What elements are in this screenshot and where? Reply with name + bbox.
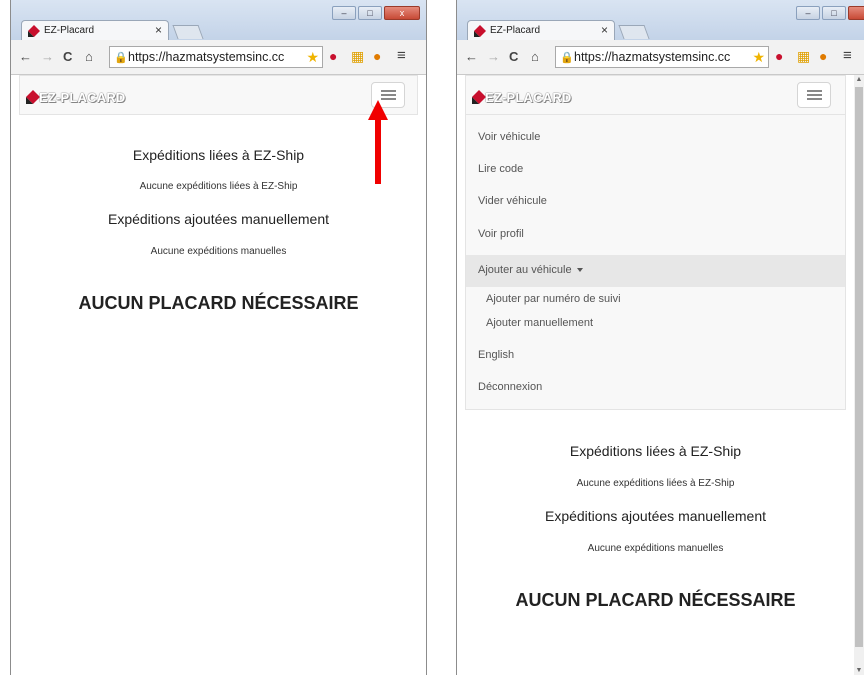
brand-logo[interactable]: EZ-PLACARD <box>485 90 572 105</box>
close-window-button[interactable]: x <box>848 6 864 20</box>
manual-empty-message: Aucune expéditions manuelles <box>150 246 287 257</box>
placard-notice: AUCUN PLACARD NÉCESSAIRE <box>515 590 796 610</box>
ezship-empty-message: Aucune expéditions liées à EZ-Ship <box>139 181 298 192</box>
back-icon[interactable]: ← <box>19 49 32 64</box>
address-bar[interactable]: 🔒 https://hazmatsystemsinc.cc ★ <box>109 46 323 68</box>
browser-window-expanded: EZ-Placard × – □ x ← → C ⌂ 🔒 https://haz… <box>456 0 864 675</box>
browser-tab[interactable]: EZ-Placard × <box>21 20 169 40</box>
ezship-section-title: Expéditions liées à EZ-Ship <box>132 147 305 163</box>
address-bar[interactable]: 🔒 https://hazmatsystemsinc.cc ★ <box>555 46 769 68</box>
ez-placard-logo-icon <box>26 90 40 104</box>
lock-icon: 🔒 <box>560 52 574 64</box>
url-text: https://hazmatsystemsinc.cc <box>574 50 731 64</box>
window-controls: – □ x <box>796 6 864 20</box>
menu-item-ajouter-manuellement[interactable]: Ajouter manuellement <box>486 317 593 329</box>
extension-icon[interactable]: ● <box>373 48 381 64</box>
ezship-empty-message: Aucune expéditions liées à EZ-Ship <box>576 478 735 489</box>
extension-icon[interactable]: ▦ <box>797 48 810 65</box>
forward-icon[interactable]: → <box>41 49 54 64</box>
extension-icon[interactable]: ● <box>775 48 783 64</box>
ez-placard-logo-icon <box>472 90 486 104</box>
red-arrow-icon <box>368 100 388 184</box>
title-bar: EZ-Placard × – □ x <box>457 0 864 40</box>
hamburger-menu-button[interactable] <box>797 82 831 108</box>
menu-item-voir-profil[interactable]: Voir profil <box>478 228 524 240</box>
extension-icon[interactable]: ● <box>819 48 827 64</box>
ez-placard-favicon-icon <box>474 25 486 37</box>
maximize-button[interactable]: □ <box>358 6 382 20</box>
extension-icon[interactable]: ▦ <box>351 48 364 65</box>
nav-dropdown-menu: Voir véhicule Lire code Vider véhicule V… <box>465 115 846 410</box>
menu-icon[interactable]: ≡ <box>843 47 852 64</box>
menu-item-vider-vehicule[interactable]: Vider véhicule <box>478 195 547 207</box>
menu-item-deconnexion[interactable]: Déconnexion <box>478 381 542 393</box>
star-icon[interactable]: ★ <box>306 49 319 66</box>
browser-toolbar: ← → C ⌂ 🔒 https://hazmatsystemsinc.cc ★ … <box>11 40 426 75</box>
menu-item-english[interactable]: English <box>478 349 514 361</box>
ez-placard-favicon-icon <box>28 25 40 37</box>
star-icon[interactable]: ★ <box>752 49 765 66</box>
scroll-up-icon[interactable]: ▲ <box>854 76 864 83</box>
browser-window-collapsed: EZ-Placard × – □ x ← → C ⌂ 🔒 https://haz… <box>10 0 427 675</box>
dropdown-label: Ajouter au véhicule <box>478 264 583 276</box>
extension-icon[interactable]: ● <box>329 48 337 64</box>
lock-icon: 🔒 <box>114 52 128 64</box>
window-controls: – □ x <box>332 6 420 20</box>
menu-item-lire-code[interactable]: Lire code <box>478 163 523 175</box>
close-window-button[interactable]: x <box>384 6 420 20</box>
tab-title: EZ-Placard <box>44 25 95 36</box>
back-icon[interactable]: ← <box>465 49 478 64</box>
home-icon[interactable]: ⌂ <box>85 49 93 64</box>
manual-section-title: Expéditions ajoutées manuellement <box>544 508 767 524</box>
menu-icon[interactable]: ≡ <box>397 47 406 64</box>
url-text: https://hazmatsystemsinc.cc <box>128 50 285 64</box>
browser-toolbar: ← → C ⌂ 🔒 https://hazmatsystemsinc.cc ★ … <box>457 40 864 75</box>
menu-item-ajouter-par-numero[interactable]: Ajouter par numéro de suivi <box>486 293 621 305</box>
new-tab-button[interactable] <box>618 25 650 39</box>
title-bar: EZ-Placard × – □ x <box>11 0 426 40</box>
placard-notice: AUCUN PLACARD NÉCESSAIRE <box>78 293 359 313</box>
scroll-down-icon[interactable]: ▼ <box>854 667 864 674</box>
tab-close-icon[interactable]: × <box>601 23 608 37</box>
scrollbar-thumb[interactable] <box>855 87 863 647</box>
app-navbar: EZ-PLACARD <box>19 75 418 115</box>
menu-item-ajouter-au-vehicule[interactable]: Ajouter au véhicule <box>466 255 845 287</box>
home-icon[interactable]: ⌂ <box>531 49 539 64</box>
reload-icon[interactable]: C <box>63 49 72 64</box>
page-content: EZ-PLACARD Expéditions liées à EZ-Ship A… <box>11 75 426 675</box>
dropdown-label-text: Ajouter au véhicule <box>478 264 572 276</box>
minimize-button[interactable]: – <box>332 6 356 20</box>
maximize-button[interactable]: □ <box>822 6 846 20</box>
browser-tab[interactable]: EZ-Placard × <box>467 20 615 40</box>
page-content: EZ-PLACARD Voir véhicule Lire code Vider… <box>457 75 864 675</box>
brand-logo[interactable]: EZ-PLACARD <box>39 90 126 105</box>
tab-close-icon[interactable]: × <box>155 23 162 37</box>
minimize-button[interactable]: – <box>796 6 820 20</box>
reload-icon[interactable]: C <box>509 49 518 64</box>
vertical-scrollbar[interactable]: ▲ ▼ <box>854 75 864 675</box>
forward-icon[interactable]: → <box>487 49 500 64</box>
app-navbar: EZ-PLACARD <box>465 75 846 115</box>
manual-empty-message: Aucune expéditions manuelles <box>587 543 724 554</box>
manual-section-title: Expéditions ajoutées manuellement <box>107 211 330 227</box>
ezship-section-title: Expéditions liées à EZ-Ship <box>569 443 742 459</box>
new-tab-button[interactable] <box>172 25 204 39</box>
tab-title: EZ-Placard <box>490 25 541 36</box>
caret-down-icon <box>576 268 583 273</box>
menu-item-voir-vehicule[interactable]: Voir véhicule <box>478 131 540 143</box>
